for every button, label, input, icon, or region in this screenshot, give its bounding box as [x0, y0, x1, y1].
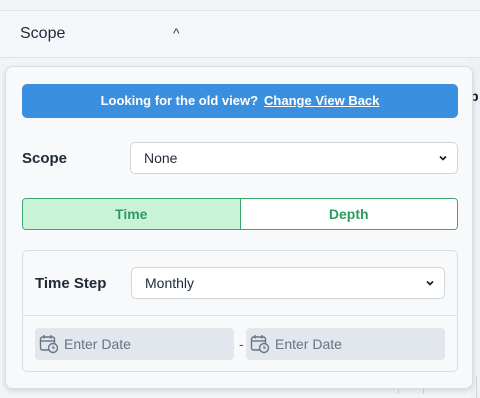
- time-settings-box: Time Step Monthly Enter Date - Enter Dat…: [22, 250, 458, 372]
- old-view-banner-text: Looking for the old view?: [100, 93, 259, 108]
- chevron-down-icon: [439, 155, 447, 161]
- scope-section-header[interactable]: Scope ^: [0, 10, 480, 58]
- date-range-separator: -: [239, 336, 244, 352]
- time-tab[interactable]: Time: [23, 199, 241, 229]
- time-step-select[interactable]: Monthly: [131, 267, 445, 299]
- scope-select[interactable]: None: [130, 142, 458, 174]
- chevron-down-icon: [426, 280, 434, 286]
- divider: [23, 315, 457, 316]
- scope-section-title: Scope: [20, 25, 66, 42]
- old-view-banner: Looking for the old view? Change View Bac…: [22, 84, 458, 118]
- time-step-select-value: Monthly: [145, 275, 195, 291]
- start-date-input[interactable]: Enter Date: [35, 328, 234, 360]
- calendar-clock-icon: [39, 335, 59, 354]
- scope-label: Scope: [22, 150, 68, 167]
- time-step-label: Time Step: [35, 275, 107, 292]
- depth-tab[interactable]: Depth: [240, 199, 457, 229]
- scope-popover-panel: Looking for the old view? Change View Bac…: [5, 66, 473, 389]
- calendar-clock-icon: [250, 335, 270, 354]
- end-date-input[interactable]: Enter Date: [246, 328, 445, 360]
- chevron-up-icon[interactable]: ^: [173, 25, 180, 41]
- divider: [476, 376, 477, 398]
- scope-select-value: None: [144, 150, 178, 166]
- change-view-back-link[interactable]: Change View Back: [264, 93, 379, 108]
- start-date-placeholder: Enter Date: [64, 336, 131, 352]
- time-depth-toggle: Time Depth: [22, 198, 458, 230]
- end-date-placeholder: Enter Date: [275, 336, 342, 352]
